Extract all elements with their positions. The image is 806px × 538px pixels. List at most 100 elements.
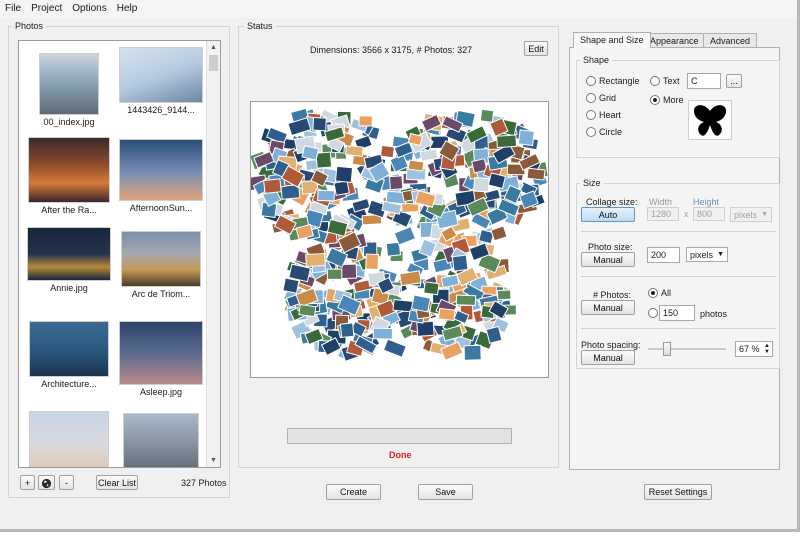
photo-spacing-slider[interactable] — [648, 342, 726, 356]
collage-tile — [388, 175, 404, 191]
photo-item[interactable] — [23, 411, 115, 467]
scroll-up-icon[interactable]: ▲ — [207, 41, 220, 54]
photo-thumbnail — [29, 321, 109, 377]
num-photos-manual-button[interactable]: Manual — [581, 300, 635, 315]
shape-text-input[interactable]: C — [687, 73, 721, 89]
collage-image — [251, 107, 548, 362]
edit-button[interactable]: Edit — [524, 41, 548, 56]
collage-tile — [451, 254, 469, 272]
size-separator — [581, 328, 776, 329]
photo-item[interactable]: After the Ra... — [23, 137, 115, 215]
status-done-text: Done — [389, 450, 412, 460]
spinner-icon: ▲ ▼ — [764, 343, 770, 355]
tab-appearance[interactable]: Appearance — [643, 33, 706, 48]
size-separator — [581, 231, 776, 232]
status-panel-title: Status — [244, 21, 276, 31]
photo-spacing-field[interactable]: 67 % ▲ ▼ — [735, 341, 773, 357]
shape-grid-radio[interactable] — [586, 93, 596, 103]
photos-list[interactable]: 00_index.jpg 1443426_9144... After the R… — [18, 40, 221, 468]
collage-height-field[interactable]: 800 — [693, 207, 725, 221]
collage-tile — [423, 281, 440, 296]
photo-item[interactable] — [115, 413, 207, 467]
photo-thumbnail — [29, 411, 109, 467]
photo-label: Architecture... — [41, 379, 97, 389]
photo-label: AfternoonSun... — [129, 203, 193, 213]
collage-tile — [379, 144, 396, 159]
web-photos-button[interactable] — [38, 475, 55, 490]
add-photo-button[interactable]: + — [20, 475, 35, 490]
photo-size-field[interactable]: 200 — [647, 247, 680, 263]
shape-grid-label: Grid — [599, 93, 617, 103]
collage-tile — [399, 270, 422, 287]
photo-item[interactable]: 00_index.jpg — [23, 53, 115, 127]
photo-size-unit-select[interactable]: pixels ▼ — [686, 247, 728, 262]
photo-spacing-manual-button[interactable]: Manual — [581, 350, 635, 365]
menu-options[interactable]: Options — [67, 0, 111, 18]
photo-item[interactable]: 1443426_9144... — [115, 47, 207, 115]
photo-label: Arc de Triom... — [131, 289, 191, 299]
menu-help[interactable]: Help — [112, 0, 143, 18]
photo-item[interactable]: AfternoonSun... — [115, 139, 207, 213]
shape-circle-radio[interactable] — [586, 127, 596, 137]
globe-icon — [41, 478, 52, 488]
collage-size-label: Collage size: — [586, 197, 638, 207]
collage-tile — [263, 178, 282, 194]
collage-tile — [407, 159, 425, 172]
photo-item[interactable]: Arc de Triom... — [115, 231, 207, 299]
menu-file[interactable]: File — [0, 0, 26, 18]
all-photos-label: All — [661, 288, 672, 298]
create-button[interactable]: Create — [326, 484, 381, 500]
shape-heart-radio[interactable] — [586, 110, 596, 120]
collage-tile — [317, 189, 335, 202]
collage-tile — [485, 325, 503, 344]
shape-text-radio[interactable] — [650, 76, 660, 86]
collage-tile — [416, 320, 435, 337]
photo-spacing-value: 67 % — [739, 344, 760, 354]
shape-more-radio[interactable] — [650, 95, 660, 105]
scroll-thumb[interactable] — [209, 55, 218, 71]
collage-unit-value: pixels — [734, 210, 758, 220]
scroll-down-icon[interactable]: ▼ — [207, 454, 220, 467]
clear-list-button[interactable]: Clear List — [96, 475, 138, 490]
photo-count-radio[interactable] — [648, 308, 658, 318]
save-button[interactable]: Save — [418, 484, 473, 500]
collage-tile — [479, 108, 495, 123]
chevron-down-icon: ▼ — [717, 251, 724, 258]
slider-thumb[interactable] — [663, 342, 671, 356]
photo-item[interactable]: Asleep.jpg — [115, 321, 207, 397]
collage-tile — [301, 145, 320, 161]
shape-preview[interactable] — [688, 100, 732, 140]
collage-tile — [312, 116, 327, 132]
photo-item[interactable]: Architecture... — [23, 321, 115, 389]
collage-width-field[interactable]: 1280 — [647, 207, 679, 221]
chevron-down-icon: ▼ — [761, 211, 768, 218]
remove-photo-button[interactable]: - — [59, 475, 74, 490]
tab-advanced[interactable]: Advanced — [703, 33, 758, 48]
num-photos-label: # Photos: — [593, 290, 632, 300]
progress-bar — [287, 428, 512, 444]
menu-project[interactable]: Project — [26, 0, 67, 18]
collage-size-auto-button[interactable]: Auto — [581, 207, 635, 222]
collage-tile — [473, 177, 490, 193]
collage-tile — [358, 115, 373, 127]
collage-unit-select[interactable]: pixels ▼ — [730, 207, 772, 222]
all-photos-radio[interactable] — [648, 288, 658, 298]
shape-groupbox — [576, 60, 780, 158]
collage-tile — [526, 167, 546, 181]
photo-thumbnail — [119, 139, 203, 201]
photo-item[interactable]: Annie.jpg — [23, 227, 115, 293]
shape-rectangle-radio[interactable] — [586, 76, 596, 86]
tab-shape-and-size[interactable]: Shape and Size — [573, 32, 651, 48]
photos-scrollbar[interactable]: ▲ ▼ — [206, 41, 220, 467]
collage-tile — [410, 294, 431, 313]
photo-size-manual-button[interactable]: Manual — [581, 252, 635, 267]
collage-tile — [282, 277, 300, 294]
photo-count-field[interactable]: 150 — [659, 305, 695, 321]
collage-tile — [372, 327, 394, 340]
photo-size-unit-value: pixels — [690, 250, 714, 260]
collage-tile — [344, 144, 364, 157]
collage-preview[interactable] — [250, 101, 549, 378]
font-browse-button[interactable]: ... — [726, 74, 742, 88]
reset-settings-button[interactable]: Reset Settings — [644, 484, 712, 500]
width-label: Width — [649, 197, 673, 207]
